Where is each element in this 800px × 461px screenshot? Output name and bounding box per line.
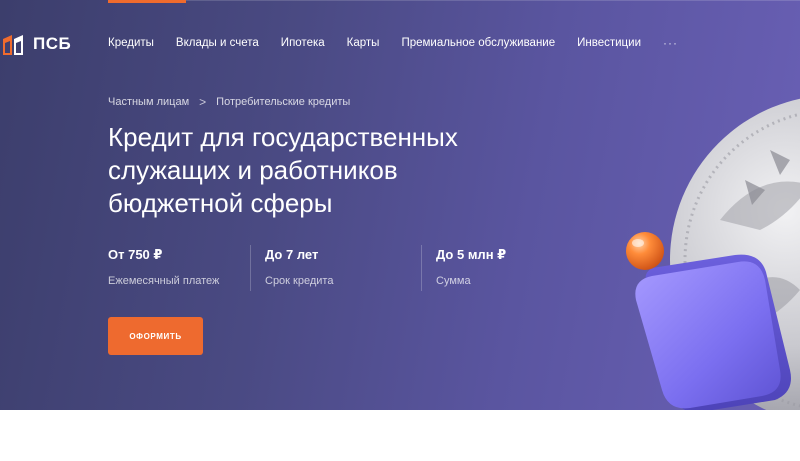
nav-item-investments[interactable]: Инвестиции	[577, 37, 641, 49]
psb-logo-icon	[3, 35, 23, 55]
stat-label: Срок кредита	[265, 275, 334, 287]
title-line-3: бюджетной сферы	[108, 188, 333, 218]
active-nav-indicator	[108, 0, 186, 3]
title-line-1: Кредит для государственных	[108, 122, 458, 152]
brand-name: ПСБ	[33, 34, 72, 53]
nav-item-mortgage[interactable]: Ипотека	[281, 37, 325, 49]
stat-loan-term: До 7 лет Срок кредита	[250, 245, 421, 291]
stat-value: От 750 ₽	[108, 247, 163, 262]
main-nav: Кредиты Вклады и счета Ипотека Карты Пре…	[108, 36, 678, 50]
stat-label: Сумма	[436, 275, 471, 287]
nav-item-premium[interactable]: Премиальное обслуживание	[401, 37, 555, 49]
stat-value: До 5 млн ₽	[436, 247, 507, 262]
page-title: Кредит для государственных служащих и ра…	[108, 121, 528, 220]
psb-logo[interactable]: ПСБ	[3, 33, 71, 55]
more-menu-icon[interactable]: ···	[663, 36, 678, 50]
loan-stats: От 750 ₽ Ежемесячный платеж До 7 лет Сро…	[108, 245, 556, 291]
nav-item-deposits[interactable]: Вклады и счета	[176, 37, 259, 49]
breadcrumb: Частным лицам > Потребительские кредиты	[108, 95, 350, 109]
top-divider	[186, 0, 800, 1]
hero-banner: ПСБ Кредиты Вклады и счета Ипотека Карты…	[0, 0, 800, 410]
title-line-2: служащих и работников	[108, 155, 398, 185]
stat-label: Ежемесячный платеж	[108, 275, 220, 287]
nav-item-cards[interactable]: Карты	[347, 37, 380, 49]
apply-button[interactable]: ОФОРМИТЬ	[108, 317, 203, 355]
stat-monthly-payment: От 750 ₽ Ежемесячный платеж	[108, 245, 250, 291]
coin-shape	[670, 98, 800, 410]
page: ПСБ Кредиты Вклады и счета Ипотека Карты…	[0, 0, 800, 461]
breadcrumb-item-consumer-credits[interactable]: Потребительские кредиты	[216, 96, 350, 108]
breadcrumb-item-private[interactable]: Частным лицам	[108, 96, 189, 108]
stat-value: До 7 лет	[265, 247, 319, 262]
chevron-right-icon: >	[199, 95, 207, 109]
nav-item-credits[interactable]: Кредиты	[108, 37, 154, 49]
cube-shape	[635, 254, 791, 410]
stat-amount: До 5 млн ₽ Сумма	[421, 245, 556, 291]
orange-ball-shape	[626, 232, 664, 270]
